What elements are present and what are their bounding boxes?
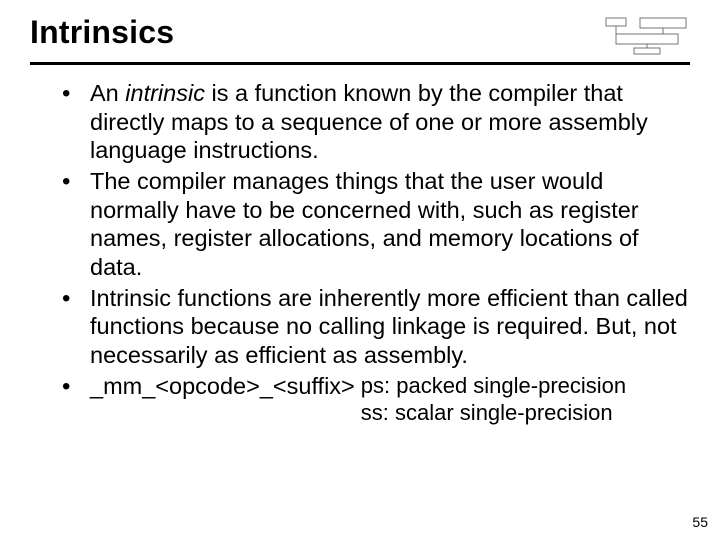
bullet-list: An intrinsic is a function known by the … — [32, 79, 690, 427]
bullet-text-em: intrinsic — [125, 80, 205, 106]
bullet-text: Intrinsic functions are inherently more … — [90, 285, 688, 368]
bullet-item: _mm_<opcode>_<suffix> ps: packed single-… — [62, 372, 690, 427]
bullet-item: The compiler manages things that the use… — [62, 167, 690, 282]
slide: Intrinsics An intrinsic is a function kn… — [0, 0, 720, 540]
bullet-item: An intrinsic is a function known by the … — [62, 79, 690, 165]
title-row: Intrinsics — [30, 14, 690, 65]
slide-body: An intrinsic is a function known by the … — [30, 79, 690, 427]
page-number: 55 — [692, 514, 708, 530]
intrinsic-pattern-row: _mm_<opcode>_<suffix> ps: packed single-… — [90, 372, 690, 427]
bullet-item: Intrinsic functions are inherently more … — [62, 284, 690, 370]
header-diagram-icon — [604, 16, 690, 56]
suffix-legend-line: ss: scalar single-precision — [361, 399, 626, 427]
bullet-text-pre: An — [90, 80, 125, 106]
bullet-text: The compiler manages things that the use… — [90, 168, 639, 280]
suffix-legend-line: ps: packed single-precision — [361, 372, 626, 400]
slide-title: Intrinsics — [30, 14, 174, 51]
intrinsic-pattern-label: _mm_<opcode>_<suffix> — [90, 372, 355, 401]
suffix-legend: ps: packed single-precision ss: scalar s… — [361, 372, 626, 427]
